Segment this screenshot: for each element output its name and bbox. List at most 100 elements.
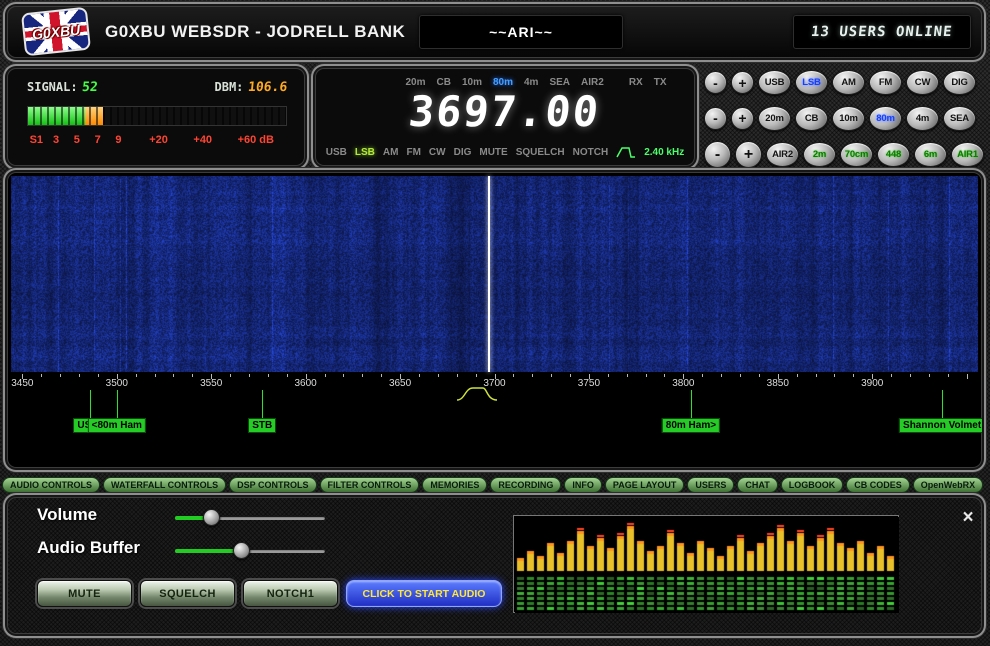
- button-20m[interactable]: 20m: [758, 106, 791, 131]
- meter-scale-label-9: 9: [115, 134, 121, 146]
- button-dig[interactable]: DIG: [943, 70, 976, 95]
- volume-slider[interactable]: [175, 509, 325, 526]
- button-lsb[interactable]: LSB: [795, 70, 828, 95]
- button-cw[interactable]: CW: [906, 70, 939, 95]
- marker-line-80m-ham: [691, 390, 692, 418]
- increment-button-row1[interactable]: +: [731, 71, 754, 94]
- decrement-button-row2[interactable]: -: [704, 107, 727, 130]
- volume-label: Volume: [37, 505, 97, 525]
- mute-button[interactable]: MUTE: [37, 580, 132, 607]
- mode-indicator-row: USBLSBAMFMCWDIGMUTESQUELCHNOTCH 2.40 kHz: [323, 146, 687, 158]
- decrement-button-row3[interactable]: -: [704, 141, 731, 168]
- waterfall-marker-shannon-volmet[interactable]: Shannon Volmet: [899, 418, 982, 433]
- decrement-button-row1[interactable]: -: [704, 71, 727, 94]
- mode-indicator-usb[interactable]: USB: [326, 147, 347, 158]
- audio-buffer-slider-handle[interactable]: [233, 542, 250, 559]
- meter-scale-label-40: +40: [193, 134, 212, 146]
- button-70cm[interactable]: 70cm: [840, 142, 873, 167]
- mode-indicator-am[interactable]: AM: [383, 147, 399, 158]
- mode-indicator-mute[interactable]: MUTE: [479, 147, 507, 158]
- waterfall-marker-80m-ham[interactable]: <80m Ham: [88, 418, 146, 433]
- audio-controls-panel: Volume Audio Buffer MUTE SQUELCH NOTCH1 …: [7, 497, 982, 634]
- meter-scale-label-s1: S1: [30, 134, 43, 146]
- notch1-button[interactable]: NOTCH1: [243, 580, 338, 607]
- page-title: G0XBU WEBSDR - JODRELL BANK: [105, 6, 405, 58]
- scale-tick: [268, 374, 269, 377]
- tab-dsp-controls[interactable]: DSP CONTROLS: [229, 477, 316, 493]
- tab-cb-codes[interactable]: CB CODES: [846, 477, 910, 493]
- scale-tick: [60, 374, 61, 377]
- button-4m[interactable]: 4m: [906, 106, 939, 131]
- mode-indicator-dig[interactable]: DIG: [454, 147, 472, 158]
- s-meter-segments: [28, 107, 286, 125]
- close-icon[interactable]: ×: [957, 507, 979, 529]
- button-air1[interactable]: AIR1: [951, 142, 984, 167]
- dbm-readout: DBM: 106.6: [215, 78, 288, 96]
- mode-indicator-notch[interactable]: NOTCH: [573, 147, 609, 158]
- tab-page-layout[interactable]: PAGE LAYOUT: [605, 477, 685, 493]
- scale-tick: [532, 374, 533, 377]
- scale-tick: [702, 374, 703, 377]
- button-80m[interactable]: 80m: [869, 106, 902, 131]
- increment-button-row3[interactable]: +: [735, 141, 762, 168]
- frequency-display[interactable]: 3697.00: [315, 87, 695, 136]
- tab-filter-controls[interactable]: FILTER CONTROLS: [320, 477, 420, 493]
- scale-tick: [929, 374, 930, 377]
- waterfall-marker-80m-ham[interactable]: 80m Ham>: [662, 418, 720, 433]
- mode-indicator-lsb[interactable]: LSB: [355, 147, 375, 158]
- mode-indicator-fm[interactable]: FM: [406, 147, 420, 158]
- scale-tick: [834, 374, 835, 377]
- meter-scale-label-7: 7: [95, 134, 101, 146]
- tab-audio-controls[interactable]: AUDIO CONTROLS: [2, 477, 100, 493]
- audio-buffer-slider[interactable]: [175, 542, 325, 559]
- button-usb[interactable]: USB: [758, 70, 791, 95]
- button-448[interactable]: 448: [877, 142, 910, 167]
- signal-readout: SIGNAL: 52: [27, 78, 98, 96]
- tab-chat[interactable]: CHAT: [737, 477, 777, 493]
- tab-logbook[interactable]: LOGBOOK: [781, 477, 844, 493]
- scale-label-3500: 3500: [106, 378, 128, 389]
- tab-info[interactable]: INFO: [564, 477, 602, 493]
- mode-indicator-cw[interactable]: CW: [429, 147, 446, 158]
- filter-shape-icon: [616, 146, 636, 158]
- scale-tick: [98, 374, 99, 377]
- scale-tick: [438, 374, 439, 377]
- scale-tick: [325, 374, 326, 377]
- signal-readout-row: SIGNAL: 52 DBM: 106.6: [27, 78, 287, 96]
- meter-scale-label-5: 5: [74, 134, 80, 146]
- tuning-cursor[interactable]: [488, 176, 490, 372]
- station-logo[interactable]: G0XBU: [21, 7, 91, 57]
- button-6m[interactable]: 6m: [914, 142, 947, 167]
- marker-line-shannon-volmet: [942, 390, 943, 418]
- button-fm[interactable]: FM: [869, 70, 902, 95]
- squelch-button[interactable]: SQUELCH: [140, 580, 235, 607]
- scale-tick: [910, 374, 911, 377]
- banner-text: ~~ARI~~: [489, 24, 553, 40]
- start-audio-button[interactable]: CLICK TO START AUDIO: [346, 580, 502, 607]
- tab-users[interactable]: USERS: [687, 477, 734, 493]
- button-10m[interactable]: 10m: [832, 106, 865, 131]
- s-meter: [27, 106, 287, 126]
- volume-slider-handle[interactable]: [203, 509, 220, 526]
- tab-memories[interactable]: MEMORIES: [422, 477, 487, 493]
- tab-waterfall-controls[interactable]: WATERFALL CONTROLS: [103, 477, 226, 493]
- button-sea[interactable]: SEA: [943, 106, 976, 131]
- mode-indicator-squelch[interactable]: SQUELCH: [516, 147, 565, 158]
- tab-openwebrx[interactable]: OpenWebRX: [913, 477, 983, 493]
- increment-button-row2[interactable]: +: [731, 107, 754, 130]
- tab-recording[interactable]: RECORDING: [490, 477, 561, 493]
- scale-tick: [230, 374, 231, 377]
- waterfall-marker-stb[interactable]: STB: [248, 418, 276, 433]
- button-2m[interactable]: 2m: [803, 142, 836, 167]
- band-button-panel: -+USBLSBAMFMCWDIG-+20mCB10m80m4mSEA-+AIR…: [704, 70, 986, 168]
- audio-buffer-slider-fill: [175, 549, 241, 553]
- waterfall-display[interactable]: [11, 176, 978, 372]
- scale-tick: [381, 374, 382, 377]
- scale-tick: [192, 374, 193, 377]
- button-cb[interactable]: CB: [795, 106, 828, 131]
- button-row-1: -+USBLSBAMFMCWDIG: [704, 70, 986, 95]
- button-am[interactable]: AM: [832, 70, 865, 95]
- scale-tick: [853, 374, 854, 377]
- frequency-value: 3697.00: [407, 87, 603, 136]
- button-air2[interactable]: AIR2: [766, 142, 799, 167]
